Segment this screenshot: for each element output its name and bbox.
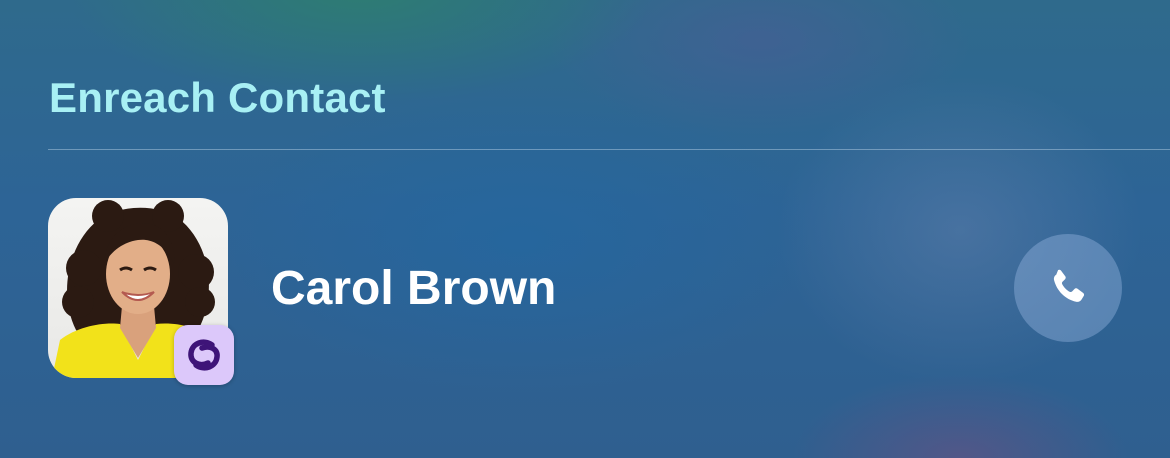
enreach-logo-icon xyxy=(188,339,220,371)
widget-title: Enreach Contact xyxy=(49,74,386,121)
enreach-app-badge xyxy=(174,325,234,385)
enreach-contact-widget: Enreach Contact Carol Brown xyxy=(0,0,1170,458)
contact-name: Carol Brown xyxy=(271,262,557,315)
call-button[interactable] xyxy=(1014,234,1122,342)
contact-row[interactable]: Carol Brown xyxy=(48,198,1123,385)
phone-icon xyxy=(1053,269,1085,302)
divider xyxy=(48,149,1170,150)
